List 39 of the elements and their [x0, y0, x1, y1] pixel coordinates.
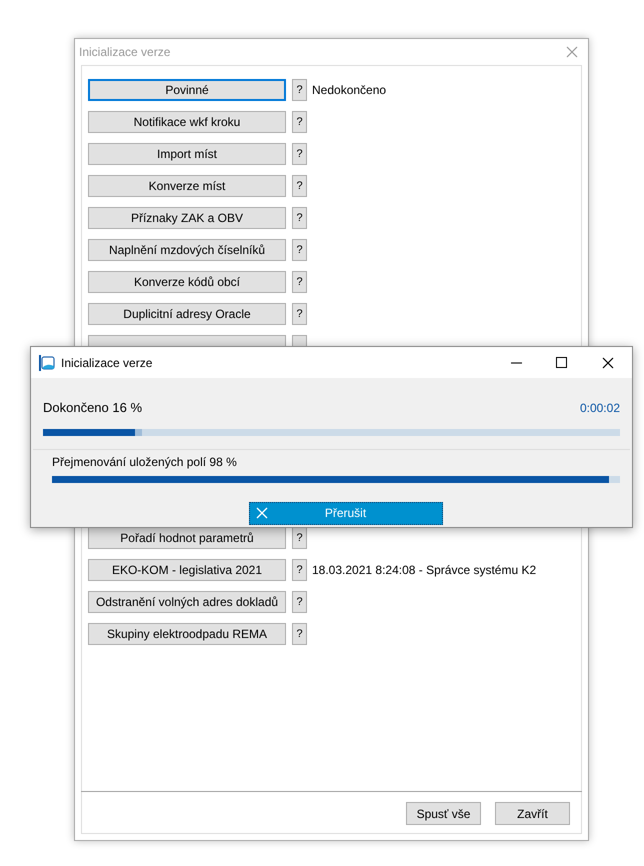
app-logo-icon	[39, 354, 55, 370]
step-button[interactable]: Duplicitní adresy Oracle	[88, 303, 286, 325]
help-button[interactable]: ?	[292, 303, 307, 325]
step-button[interactable]: Odstranění volných adres dokladů	[88, 591, 286, 613]
dialog-button[interactable]: Spusť vše	[406, 802, 481, 825]
close-icon[interactable]	[602, 356, 614, 368]
window-title: Inicializace verze	[79, 44, 170, 61]
elapsed-time: 0:00:02	[580, 400, 620, 417]
step-button[interactable]: Příznaky ZAK a OBV	[88, 207, 286, 229]
help-button[interactable]: ?	[292, 239, 307, 261]
step-button[interactable]: Konverze míst	[88, 175, 286, 197]
help-button[interactable]: ?	[292, 623, 307, 645]
step-button[interactable]: Konverze kódů obcí	[88, 271, 286, 293]
maximize-icon[interactable]	[556, 357, 567, 368]
step-button[interactable]: Skupiny elektroodpadu REMA	[88, 623, 286, 645]
help-button[interactable]: ?	[292, 175, 307, 197]
dialog-button[interactable]: Zavřít	[495, 802, 570, 825]
step-status: Nedokončeno	[312, 82, 386, 99]
step-button[interactable]: Notifikace wkf kroku	[88, 111, 286, 133]
help-button[interactable]: ?	[292, 111, 307, 133]
cancel-button[interactable]: Přerušit	[248, 502, 442, 524]
progress-tail	[135, 428, 142, 436]
help-button[interactable]: ?	[292, 207, 307, 229]
help-button[interactable]: ?	[292, 591, 307, 613]
step-button[interactable]: Import míst	[88, 143, 286, 165]
dialog-title: Inicializace verze	[61, 354, 152, 372]
help-button[interactable]: ?	[292, 527, 307, 549]
step-button[interactable]: Pořadí hodnot parametrů	[88, 527, 286, 549]
close-icon	[256, 507, 268, 519]
help-button[interactable]: ?	[292, 559, 307, 581]
step-status: 18.03.2021 8:24:08 - Správce systému K2	[312, 562, 536, 579]
help-button[interactable]: ?	[292, 143, 307, 165]
step-button[interactable]: Naplnění mzdových číselníků	[88, 239, 286, 261]
step-progress-label: Přejmenování uložených polí 98 %	[52, 454, 238, 470]
overall-progress-label: Dokončeno 16 %	[43, 399, 142, 417]
step-button[interactable]: EKO-KOM - legislativa 2021	[88, 559, 286, 581]
help-button[interactable]: ?	[292, 271, 307, 293]
help-button[interactable]: ?	[292, 79, 307, 101]
step-button[interactable]: Povinné	[88, 79, 286, 101]
